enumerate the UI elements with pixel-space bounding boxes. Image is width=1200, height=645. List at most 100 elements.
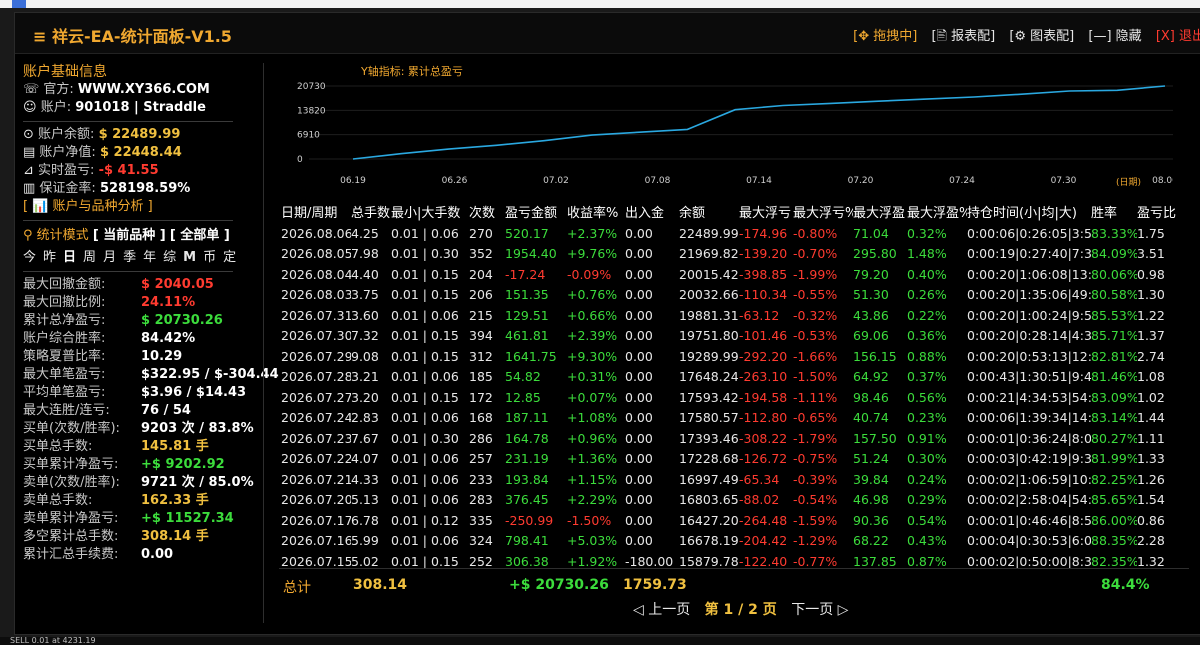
chart-config-button[interactable]: [⚙ 图表配]	[1009, 29, 1074, 44]
column-header[interactable]: 持仓时间(小|均|大)	[967, 199, 1091, 223]
table-row[interactable]: 2026.07.21 4.33 0.01 | 0.06 233 193.84 +1.15%…	[281, 469, 1177, 490]
divider	[23, 220, 233, 221]
account-analysis-link[interactable]: [ 📊 账户与品种分析 ]	[23, 198, 263, 216]
period-10[interactable]: 定	[223, 249, 236, 267]
mode-all-button[interactable]: [ 全部单 ]	[170, 228, 230, 243]
stat-row: 账户综合胜率: 84.42%	[23, 330, 263, 348]
table-row[interactable]: 2026.07.29 9.08 0.01 | 0.15 312 1641.75 +9.30…	[281, 346, 1177, 367]
table-cell: 0.01 | 0.06	[391, 369, 459, 385]
table-cell: 2026.07.21	[281, 471, 351, 487]
table-cell: 83.09%	[1091, 389, 1137, 405]
column-header[interactable]: 出入金	[625, 199, 679, 223]
column-header[interactable]: 盈亏比	[1137, 199, 1177, 223]
table-cell: +2.39%	[567, 328, 618, 344]
table-cell: 0:00:04|0:30:53|6:02:00	[967, 533, 1091, 549]
mode-current-button[interactable]: [ 当前品种 ]	[93, 228, 166, 243]
exit-button[interactable]: [X] 退出	[1156, 29, 1200, 44]
table-row[interactable]: 2026.07.30 7.32 0.01 | 0.15 394 461.81 +2.39%…	[281, 326, 1177, 347]
table-cell: 2.28	[1137, 533, 1165, 549]
table-row[interactable]: 2026.07.16 5.99 0.01 | 0.06 324 798.41 +5.03%…	[281, 531, 1177, 552]
table-cell: 3.60	[351, 307, 379, 323]
period-3[interactable]: 周	[83, 249, 96, 267]
table-row[interactable]: 2026.08.05 7.98 0.01 | 0.30 352 1954.40 +9.76…	[281, 244, 1177, 265]
table-row[interactable]: 2026.07.24 2.83 0.01 | 0.06 168 187.11 +1.08%…	[281, 408, 1177, 429]
table-cell: +2.29%	[567, 492, 618, 508]
table-cell: 1.11	[1137, 430, 1165, 446]
table-cell: -88.02	[739, 492, 780, 508]
table-row[interactable]: 2026.07.27 3.20 0.01 | 0.15 172 12.85 +0.07% 0…	[281, 387, 1177, 408]
table-cell: 0.43%	[907, 533, 947, 549]
table-cell: 1641.75	[505, 348, 557, 364]
table-cell: -0.53%	[793, 328, 838, 344]
os-status-strip: SELL 0.01 at 4231.19	[0, 636, 1200, 645]
column-header[interactable]: 最小|大手数	[391, 199, 469, 223]
totals-funds: 1759.73	[623, 577, 687, 593]
panel-titlebar[interactable]: ≡ 祥云-EA-统计面板-V1.5 [✥ 拖拽中] [🖹 报表配] [⚙ 图表配…	[15, 13, 1200, 54]
table-cell: 17648.24	[679, 369, 739, 385]
stat-value: 0.00	[141, 547, 174, 562]
table-cell: 1.48%	[907, 246, 947, 262]
period-4[interactable]: 月	[103, 249, 116, 267]
period-8[interactable]: M	[183, 249, 196, 267]
table-cell: 187.11	[505, 410, 549, 426]
next-page-button[interactable]: 下一页 ▷	[791, 602, 848, 618]
table-row[interactable]: 2026.08.03 3.75 0.01 | 0.15 206 151.35 +0.76%…	[281, 285, 1177, 306]
column-header[interactable]: 最大浮盈%	[907, 199, 967, 223]
table-cell: 2026.07.23	[281, 430, 351, 446]
table-row[interactable]: 2026.08.06 4.25 0.01 | 0.06 270 520.17 +2.37%…	[281, 223, 1177, 244]
table-row[interactable]: 2026.07.20 5.13 0.01 | 0.06 283 376.45 +2.29%…	[281, 490, 1177, 511]
period-2[interactable]: 日	[63, 249, 76, 267]
table-cell: +1.15%	[567, 471, 618, 487]
column-header[interactable]: 最大浮亏%	[793, 199, 853, 223]
column-header[interactable]: 日期/周期	[281, 199, 351, 223]
column-header[interactable]: 胜率	[1091, 199, 1137, 223]
table-cell: +0.07%	[567, 389, 618, 405]
table-cell: 20032.66	[679, 287, 739, 303]
table-cell: 54.82	[505, 369, 541, 385]
column-header[interactable]: 最大浮亏	[739, 199, 793, 223]
table-row[interactable]: 2026.07.17 6.78 0.01 | 0.12 335 -250.99 -1.50…	[281, 510, 1177, 531]
table-cell: 168	[469, 410, 493, 426]
column-header[interactable]: 次数	[469, 199, 505, 223]
stat-label: 最大连胜/连亏:	[23, 403, 110, 418]
table-cell: +2.37%	[567, 225, 618, 241]
table-cell: 215	[469, 307, 493, 323]
table-cell: 0.01 | 0.30	[391, 246, 459, 262]
table-row[interactable]: 2026.07.31 3.60 0.01 | 0.06 215 129.51 +0.66%…	[281, 305, 1177, 326]
table-cell: 0.56%	[907, 389, 947, 405]
hide-button[interactable]: [—] 隐藏	[1088, 29, 1141, 44]
table-cell: 0.00	[625, 328, 653, 344]
table-cell: +0.96%	[567, 430, 618, 446]
column-header[interactable]: 余额	[679, 199, 739, 223]
column-header[interactable]: 收益率%	[567, 199, 625, 223]
table-row[interactable]: 2026.07.23 7.67 0.01 | 0.30 286 164.78 +0.96%…	[281, 428, 1177, 449]
period-5[interactable]: 季	[123, 249, 136, 267]
stat-value: 10.29	[141, 349, 183, 364]
table-cell: -1.50%	[567, 512, 612, 528]
period-0[interactable]: 今	[23, 249, 36, 267]
table-row[interactable]: 2026.08.04 4.40 0.01 | 0.15 204 -17.24 -0.09%…	[281, 264, 1177, 285]
report-config-button[interactable]: [🖹 报表配]	[931, 29, 995, 44]
drag-button[interactable]: [✥ 拖拽中]	[853, 29, 917, 44]
table-cell: 0:00:43|1:30:51|9:40:11	[967, 369, 1091, 385]
table-cell: 0:00:01|0:46:46|8:59:30	[967, 512, 1091, 528]
table-cell: 0.00	[625, 410, 653, 426]
period-6[interactable]: 年	[143, 249, 156, 267]
table-row[interactable]: 2026.07.28 3.21 0.01 | 0.06 185 54.82 +0.31% 0…	[281, 367, 1177, 388]
column-header[interactable]: 总手数	[351, 199, 391, 223]
table-cell: 0:00:20|0:28:14|4:33:19	[967, 328, 1091, 344]
stat-label: 最大单笔盈亏:	[23, 367, 106, 382]
table-cell: 0.00	[625, 492, 653, 508]
column-header[interactable]: 盈亏金额	[505, 199, 567, 223]
table-row[interactable]: 2026.07.22 4.07 0.01 | 0.06 257 231.19 +1.36%…	[281, 449, 1177, 470]
column-header[interactable]: 最大浮盈	[853, 199, 907, 223]
prev-page-button[interactable]: ◁ 上一页	[633, 602, 690, 618]
table-cell: 185	[469, 369, 493, 385]
table-cell: 17393.46	[679, 430, 739, 446]
period-1[interactable]: 昨	[43, 249, 56, 267]
table-cell: 0:00:20|0:53:13|12:49:28	[967, 348, 1091, 364]
table-cell: -63.12	[739, 307, 780, 323]
os-title-strip	[0, 0, 1200, 8]
period-7[interactable]: 综	[163, 249, 176, 267]
period-9[interactable]: 币	[203, 249, 216, 267]
